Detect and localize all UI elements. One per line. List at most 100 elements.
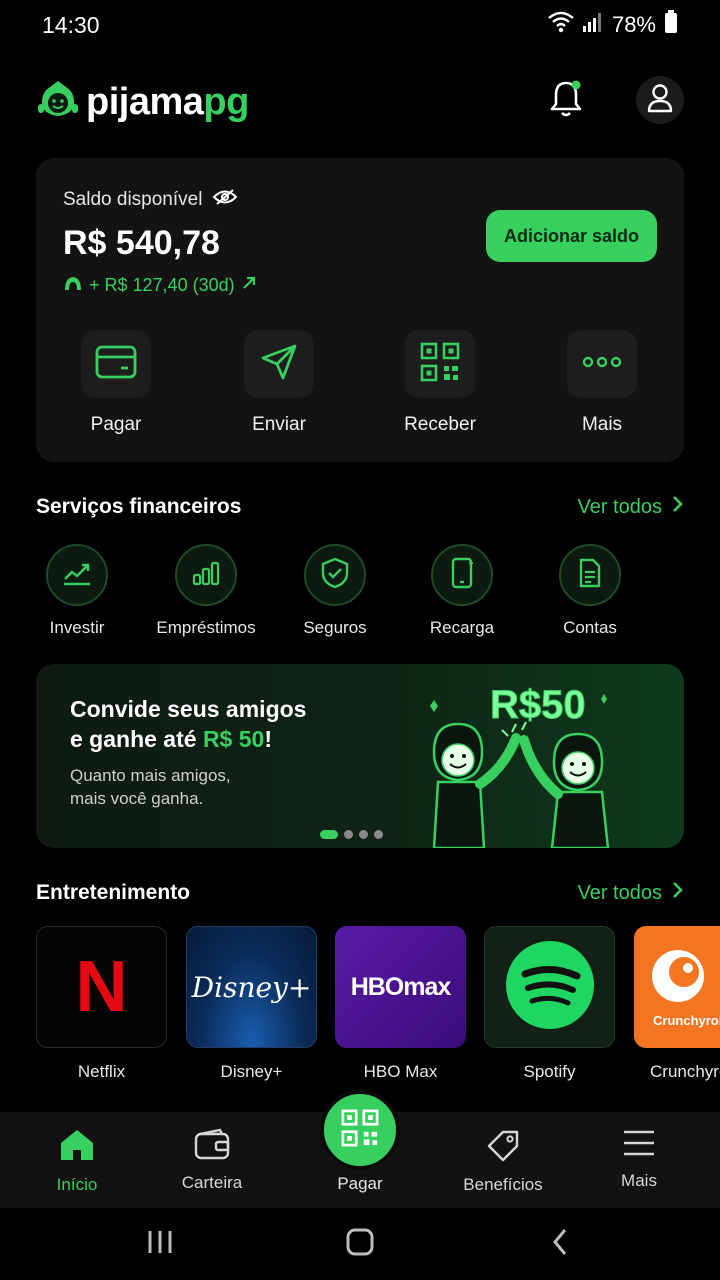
brand-name-main: pijama xyxy=(86,81,204,123)
growth-icon xyxy=(63,274,83,297)
ent-disney-label: Disney+ xyxy=(220,1062,283,1081)
action-pay-tile[interactable] xyxy=(81,330,151,398)
crunchyroll-logo-text: Crunchyroll xyxy=(653,1013,720,1028)
ent-spotify[interactable]: Spotify xyxy=(484,926,615,1082)
eye-off-icon[interactable] xyxy=(212,188,238,212)
nav-pay-button[interactable] xyxy=(320,1090,400,1170)
nav-more[interactable]: Mais xyxy=(579,1128,699,1191)
entertainment-header: Entretenimento Ver todos xyxy=(36,881,684,911)
bottom-navigation: Início Carteira Pagar Benefícios Mais xyxy=(0,1090,720,1208)
chevron-right-icon xyxy=(672,881,684,905)
quick-actions: Pagar Enviar Receber Mais xyxy=(36,330,684,440)
hbomax-logo[interactable]: HBOmax xyxy=(335,926,466,1048)
promo-headline: Convide seus amigos e ganhe até R$ 50! xyxy=(70,694,350,754)
phone-icon xyxy=(450,557,474,594)
services-see-all-link[interactable]: Ver todos xyxy=(577,495,684,519)
ent-crunchyroll[interactable]: Crunchyroll Crunchyroll xyxy=(634,926,720,1082)
service-invest[interactable]: Investir xyxy=(12,544,142,638)
crunchyroll-logo[interactable]: Crunchyroll xyxy=(634,926,720,1048)
service-bills[interactable]: Contas xyxy=(525,544,655,638)
carousel-dot-4[interactable] xyxy=(374,830,383,839)
action-receive-tile[interactable] xyxy=(405,330,475,398)
services-row: Investir Empréstimos Seguros Recarga Con… xyxy=(0,544,720,644)
netflix-logo[interactable]: N xyxy=(36,926,167,1048)
action-receive-label: Receber xyxy=(404,414,476,435)
wallet-icon xyxy=(194,1128,230,1164)
notifications-button[interactable] xyxy=(542,76,590,124)
services-header: Serviços financeiros Ver todos xyxy=(36,495,684,525)
high-five-mascots-illustration: R$50 xyxy=(430,683,610,848)
nav-wallet-label: Carteira xyxy=(181,1173,243,1192)
ent-netflix-label: Netflix xyxy=(77,1062,126,1081)
back-button[interactable] xyxy=(540,1228,580,1260)
entertainment-see-all-link[interactable]: Ver todos xyxy=(577,881,684,905)
bell-icon xyxy=(548,78,584,123)
signal-icon xyxy=(582,11,604,39)
spotify-logo[interactable] xyxy=(484,926,615,1048)
chart-icon xyxy=(62,560,92,591)
service-insurance[interactable]: Seguros xyxy=(270,544,400,638)
service-topup-circle[interactable] xyxy=(431,544,493,606)
brand-wordmark: pijamapg xyxy=(86,81,249,124)
nav-benefits[interactable]: Benefícios xyxy=(443,1128,563,1195)
netflix-logo-text: N xyxy=(75,947,128,1027)
action-send[interactable]: Enviar xyxy=(219,330,339,436)
ent-crunchyroll-label: Crunchyroll xyxy=(650,1062,720,1081)
action-send-label: Enviar xyxy=(252,414,306,435)
status-icons: 78% xyxy=(548,10,678,40)
nav-home[interactable]: Início xyxy=(17,1128,137,1195)
services-see-all-label: Ver todos xyxy=(577,495,662,518)
action-pay[interactable]: Pagar xyxy=(56,330,176,436)
service-loans-circle[interactable] xyxy=(175,544,237,606)
referral-banner[interactable]: Convide seus amigos e ganhe até R$ 50! Q… xyxy=(36,664,684,848)
ent-hbomax[interactable]: HBOmax HBO Max xyxy=(335,926,466,1082)
shield-icon xyxy=(321,557,349,594)
service-invest-label: Investir xyxy=(49,618,105,637)
promo-art-amount: R$50 xyxy=(490,683,586,727)
entertainment-row: N Netflix Disney+ Disney+ HBOmax HBO Max… xyxy=(36,926,720,1086)
qr-icon xyxy=(341,1109,379,1152)
add-balance-button[interactable]: Adicionar saldo xyxy=(486,210,657,262)
home-system-button[interactable] xyxy=(340,1228,380,1260)
promo-headline-line2: e ganhe até xyxy=(70,726,203,752)
carousel-dot-2[interactable] xyxy=(344,830,353,839)
action-more-tile[interactable] xyxy=(567,330,637,398)
balance-label: Saldo disponível xyxy=(63,189,203,210)
service-loans[interactable]: Empréstimos xyxy=(141,544,271,638)
action-send-tile[interactable] xyxy=(244,330,314,398)
card-icon xyxy=(95,345,137,384)
promo-headline-line1: Convide seus amigos xyxy=(70,696,307,722)
carousel-dot-1[interactable] xyxy=(320,830,338,839)
ent-hbomax-label: HBO Max xyxy=(363,1062,438,1081)
status-bar: 14:30 78% xyxy=(0,0,720,52)
disney-logo[interactable]: Disney+ xyxy=(186,926,317,1048)
recents-button[interactable] xyxy=(140,1228,180,1260)
services-title: Serviços financeiros xyxy=(36,495,242,518)
ent-netflix[interactable]: N Netflix xyxy=(36,926,167,1082)
action-more[interactable]: Mais xyxy=(542,330,662,436)
carousel-dot-3[interactable] xyxy=(359,830,368,839)
recents-icon xyxy=(146,1229,174,1260)
carousel-indicator[interactable] xyxy=(320,830,383,839)
service-invest-circle[interactable] xyxy=(46,544,108,606)
balance-label-row: Saldo disponível xyxy=(63,188,238,212)
tag-icon xyxy=(485,1130,521,1166)
back-chevron-icon xyxy=(551,1228,569,1261)
brand-logo: pijamapg xyxy=(36,78,249,127)
profile-button[interactable] xyxy=(636,76,684,124)
balance-delta: + R$ 127,40 (30d) xyxy=(63,274,257,297)
service-topup[interactable]: Recarga xyxy=(397,544,527,638)
ent-disney[interactable]: Disney+ Disney+ xyxy=(186,926,317,1082)
more-icon xyxy=(582,355,622,373)
brand-name-accent: pg xyxy=(203,81,249,123)
system-navigation-bar xyxy=(0,1208,720,1280)
nav-wallet[interactable]: Carteira xyxy=(152,1128,272,1193)
service-insurance-circle[interactable] xyxy=(304,544,366,606)
entertainment-title: Entretenimento xyxy=(36,881,191,904)
action-receive[interactable]: Receber xyxy=(380,330,500,436)
service-topup-label: Recarga xyxy=(429,618,495,637)
service-bills-circle[interactable] xyxy=(559,544,621,606)
action-pay-label: Pagar xyxy=(90,414,142,435)
user-icon xyxy=(646,83,674,118)
app-header: pijamapg xyxy=(36,68,684,134)
